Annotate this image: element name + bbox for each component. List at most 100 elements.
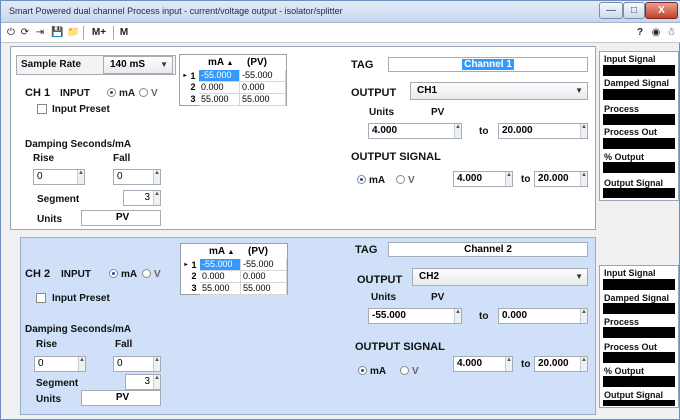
title-bar: Smart Powered dual channel Process input… bbox=[1, 1, 680, 23]
table-cell-pv[interactable]: 55.000 bbox=[241, 283, 287, 295]
table-cell-ma[interactable]: 55.000 bbox=[200, 283, 241, 295]
calibration-table[interactable]: mA ▲ (PV) ▸ 1 -55.000 -55.000 2 0.000 0.… bbox=[179, 54, 287, 106]
minimize-button[interactable]: — bbox=[599, 2, 623, 19]
spinner-icon[interactable]: ▲▼ bbox=[454, 309, 461, 323]
connect-right-icon[interactable]: ⇥ bbox=[34, 26, 46, 40]
calibration-table[interactable]: mA ▲ (PV) ▸ 1 -55.000 -55.000 2 0.000 0.… bbox=[180, 243, 288, 295]
output-ma-radio[interactable] bbox=[357, 175, 366, 184]
tag-input[interactable]: Channel 2 bbox=[388, 242, 588, 257]
help-icon[interactable]: ? bbox=[634, 26, 646, 40]
output-select[interactable]: CH2 ▼ bbox=[412, 268, 588, 286]
spinner-icon[interactable]: ▲▼ bbox=[580, 357, 587, 371]
segment-value: 3 bbox=[144, 376, 150, 387]
tag-label: TAG bbox=[351, 59, 374, 71]
fall-value: 0 bbox=[117, 171, 123, 182]
rise-label: Rise bbox=[33, 153, 55, 164]
spinner-icon[interactable]: ▲▼ bbox=[77, 170, 84, 184]
input-v-radio[interactable] bbox=[139, 88, 148, 97]
spinner-icon[interactable]: ▲▼ bbox=[78, 357, 85, 371]
range-to-input[interactable]: 20.000 ▲▼ bbox=[498, 123, 588, 139]
fall-input[interactable]: 0 ▲▼ bbox=[113, 169, 161, 185]
spinner-icon[interactable]: ▲▼ bbox=[454, 124, 461, 138]
monitor-label: % Output bbox=[604, 366, 644, 376]
rise-label: Rise bbox=[36, 339, 58, 350]
output-v-radio[interactable] bbox=[396, 175, 405, 184]
table-cell-pv[interactable]: 0.000 bbox=[241, 271, 287, 283]
units-input[interactable]: PV bbox=[81, 390, 161, 406]
power-icon[interactable]: ⏻ bbox=[5, 26, 17, 40]
connect-icon[interactable]: ⟳ bbox=[19, 26, 31, 40]
damping-label: Damping Seconds/mA bbox=[25, 139, 132, 150]
output-v-radio[interactable] bbox=[400, 366, 409, 375]
row-number: 1 bbox=[191, 260, 197, 270]
sample-rate-select[interactable]: 140 mS ▼ bbox=[103, 56, 173, 74]
spinner-icon[interactable]: ▲▼ bbox=[505, 357, 512, 371]
table-cell-ma[interactable]: -55.000 bbox=[200, 259, 241, 271]
output-select[interactable]: CH1 ▼ bbox=[410, 82, 588, 100]
output-label: OUTPUT bbox=[351, 87, 397, 99]
table-cell-pv[interactable]: 0.000 bbox=[240, 82, 286, 94]
signal-from-input[interactable]: 4.000 ▲▼ bbox=[453, 356, 513, 372]
segment-input[interactable]: 3 ▲▼ bbox=[125, 374, 161, 390]
table-cell-ma[interactable]: 0.000 bbox=[200, 271, 241, 283]
table-cell-ma[interactable]: -55.000 bbox=[199, 70, 240, 82]
signal-to-input[interactable]: 20.000 ▲▼ bbox=[534, 356, 588, 372]
signal-to-input[interactable]: 20.000 ▲▼ bbox=[534, 171, 588, 187]
spinner-icon[interactable]: ▲▼ bbox=[153, 191, 160, 205]
save-icon[interactable]: 💾 bbox=[51, 26, 63, 40]
output-ma-radio[interactable] bbox=[358, 366, 367, 375]
input-preset-checkbox[interactable] bbox=[37, 104, 47, 114]
spinner-icon[interactable]: ▲▼ bbox=[505, 172, 512, 186]
signal-from-value: 4.000 bbox=[457, 358, 483, 369]
monitor-value bbox=[603, 279, 675, 290]
input-ma-radio[interactable] bbox=[109, 269, 118, 278]
fall-input[interactable]: 0 ▲▼ bbox=[113, 356, 161, 372]
sample-rate-value: 140 mS bbox=[110, 59, 146, 70]
monitor-value bbox=[603, 65, 675, 76]
table-cell-ma[interactable]: 55.000 bbox=[199, 94, 240, 106]
monitor-label: % Output bbox=[604, 152, 644, 162]
maximize-button[interactable]: □ bbox=[623, 2, 645, 19]
spinner-icon[interactable]: ▲▼ bbox=[153, 375, 160, 389]
signal-from-input[interactable]: 4.000 ▲▼ bbox=[453, 171, 513, 187]
table-cell-ma[interactable]: 0.000 bbox=[199, 82, 240, 94]
channel-1-monitor: Input Signal Damped Signal Process Proce… bbox=[599, 51, 679, 201]
range-from-input[interactable]: -55.000 ▲▼ bbox=[368, 308, 462, 324]
spinner-icon[interactable]: ▲▼ bbox=[580, 172, 587, 186]
monitor-value bbox=[603, 400, 675, 406]
input-ma-radio[interactable] bbox=[107, 88, 116, 97]
input-v-radio[interactable] bbox=[142, 269, 151, 278]
memory-plus-button[interactable]: M+ bbox=[89, 26, 109, 40]
fall-value: 0 bbox=[117, 358, 123, 369]
rise-input[interactable]: 0 ▲▼ bbox=[34, 356, 86, 372]
memory-button[interactable]: M bbox=[119, 26, 129, 40]
target-icon[interactable]: ◉ bbox=[650, 26, 662, 40]
spinner-icon[interactable]: ▲▼ bbox=[580, 309, 587, 323]
rise-input[interactable]: 0 ▲▼ bbox=[33, 169, 85, 185]
channel-title: CH 2 bbox=[25, 268, 51, 280]
output-label: OUTPUT bbox=[357, 274, 403, 286]
close-button[interactable]: X bbox=[645, 2, 678, 19]
tag-input[interactable]: Channel 1 bbox=[388, 57, 588, 72]
segment-input[interactable]: 3 ▲▼ bbox=[123, 190, 161, 206]
table-header-pv: (PV) bbox=[248, 246, 268, 257]
units-input[interactable]: PV bbox=[81, 210, 161, 226]
spinner-icon[interactable]: ▲▼ bbox=[153, 170, 160, 184]
input-preset-checkbox[interactable] bbox=[36, 293, 46, 303]
input-ma-label: mA bbox=[119, 88, 136, 99]
table-cell-pv[interactable]: 55.000 bbox=[240, 94, 286, 106]
range-from-input[interactable]: 4.000 ▲▼ bbox=[368, 123, 462, 139]
row-number: 1 bbox=[190, 71, 196, 81]
range-from-value: -55.000 bbox=[372, 310, 406, 321]
table-cell-pv[interactable]: -55.000 bbox=[241, 259, 287, 271]
range-to-input[interactable]: 0.000 ▲▼ bbox=[498, 308, 588, 324]
spinner-icon[interactable]: ▲▼ bbox=[153, 357, 160, 371]
output-value: CH2 bbox=[419, 271, 440, 282]
monitor-label: Damped Signal bbox=[604, 78, 670, 88]
table-cell-pv[interactable]: -55.000 bbox=[240, 70, 286, 82]
spinner-icon[interactable]: ▲▼ bbox=[580, 124, 587, 138]
row-number: 3 bbox=[190, 94, 196, 104]
signal-from-value: 4.000 bbox=[457, 173, 483, 184]
network-icon[interactable]: ☃ bbox=[665, 26, 677, 40]
open-folder-icon[interactable]: 📁 bbox=[67, 26, 79, 40]
